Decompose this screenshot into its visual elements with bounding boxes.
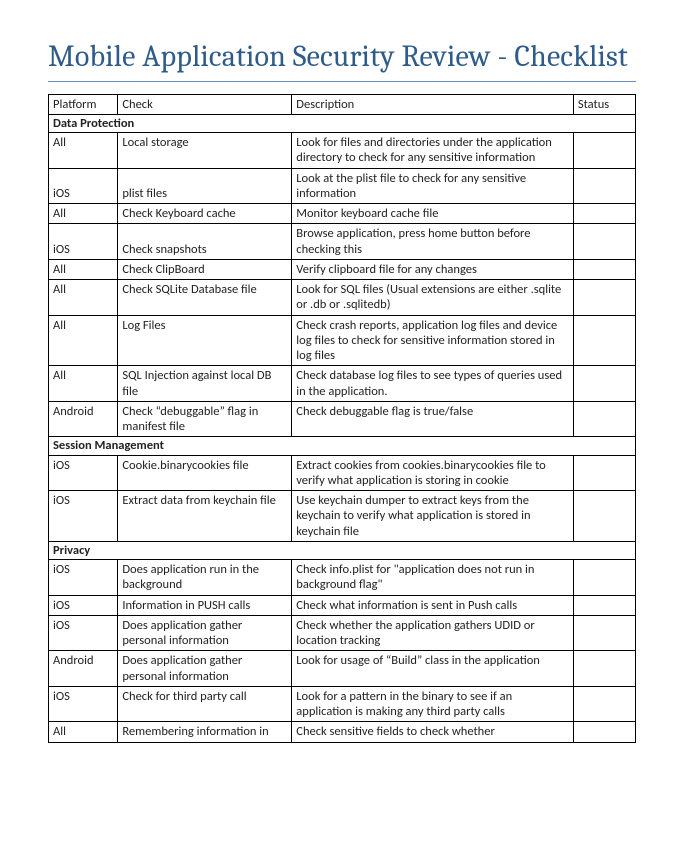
cell-platform: iOS (49, 560, 118, 596)
cell-description: Check info.plist for "application does n… (292, 560, 574, 596)
cell-platform: iOS (49, 615, 118, 651)
cell-status (573, 224, 635, 260)
cell-status (573, 204, 635, 224)
cell-status (573, 366, 635, 402)
cell-status (573, 651, 635, 687)
table-row: AllSQL Injection against local DB fileCh… (49, 366, 636, 402)
table-row: AllCheck ClipBoardVerify clipboard file … (49, 259, 636, 279)
header-check: Check (118, 94, 292, 114)
cell-platform: Android (49, 651, 118, 687)
cell-status (573, 133, 635, 169)
cell-check: Remembering information in (118, 722, 292, 742)
cell-check: Does application gather personal informa… (118, 615, 292, 651)
cell-platform: iOS (49, 224, 118, 260)
cell-check: Check “debuggable” flag in manifest file (118, 401, 292, 437)
table-row: AllCheck SQLite Database fileLook for SQ… (49, 280, 636, 316)
cell-check: Check Keyboard cache (118, 204, 292, 224)
cell-status (573, 491, 635, 542)
table-row: iOSCookie.binarycookies fileExtract cook… (49, 455, 636, 491)
section-row: Data Protection (49, 114, 636, 132)
cell-description: Monitor keyboard cache file (292, 204, 574, 224)
cell-description: Look at the plist file to check for any … (292, 168, 574, 204)
table-row: AndroidDoes application gather personal … (49, 651, 636, 687)
cell-check: Extract data from keychain file (118, 491, 292, 542)
cell-description: Verify clipboard file for any changes (292, 259, 574, 279)
table-row: iOSDoes application run in the backgroun… (49, 560, 636, 596)
cell-description: Look for SQL files (Usual extensions are… (292, 280, 574, 316)
cell-status (573, 615, 635, 651)
cell-description: Use keychain dumper to extract keys from… (292, 491, 574, 542)
cell-description: Look for usage of “Build” class in the a… (292, 651, 574, 687)
cell-check: Check ClipBoard (118, 259, 292, 279)
section-row: Session Management (49, 437, 636, 455)
cell-platform: All (49, 722, 118, 742)
cell-description: Look for files and directories under the… (292, 133, 574, 169)
cell-status (573, 686, 635, 722)
cell-platform: All (49, 259, 118, 279)
cell-status (573, 401, 635, 437)
table-row: AllCheck Keyboard cacheMonitor keyboard … (49, 204, 636, 224)
cell-description: Check debuggable flag is true/false (292, 401, 574, 437)
header-status: Status (573, 94, 635, 114)
checklist-table: Platform Check Description Status Data P… (48, 94, 636, 743)
cell-platform: iOS (49, 491, 118, 542)
header-description: Description (292, 94, 574, 114)
header-platform: Platform (49, 94, 118, 114)
cell-check: Check snapshots (118, 224, 292, 260)
cell-status (573, 280, 635, 316)
cell-description: Extract cookies from cookies.binarycooki… (292, 455, 574, 491)
table-row: iOSExtract data from keychain fileUse ke… (49, 491, 636, 542)
cell-platform: Android (49, 401, 118, 437)
cell-platform: iOS (49, 595, 118, 615)
cell-status (573, 722, 635, 742)
cell-check: Local storage (118, 133, 292, 169)
cell-check: Information in PUSH calls (118, 595, 292, 615)
cell-platform: All (49, 366, 118, 402)
cell-description: Check what information is sent in Push c… (292, 595, 574, 615)
table-row: AllLog FilesCheck crash reports, applica… (49, 315, 636, 366)
cell-check: Check SQLite Database file (118, 280, 292, 316)
cell-platform: iOS (49, 686, 118, 722)
cell-status (573, 168, 635, 204)
cell-platform: iOS (49, 455, 118, 491)
cell-description: Look for a pattern in the binary to see … (292, 686, 574, 722)
cell-description: Check database log files to see types of… (292, 366, 574, 402)
table-row: iOSCheck snapshotsBrowse application, pr… (49, 224, 636, 260)
table-row: AllRemembering information inCheck sensi… (49, 722, 636, 742)
table-row: AllLocal storageLook for files and direc… (49, 133, 636, 169)
table-row: iOSCheck for third party callLook for a … (49, 686, 636, 722)
cell-check: SQL Injection against local DB file (118, 366, 292, 402)
cell-status (573, 315, 635, 366)
cell-check: Does application gather personal informa… (118, 651, 292, 687)
cell-platform: iOS (49, 168, 118, 204)
section-label: Session Management (49, 437, 636, 455)
table-row: iOSInformation in PUSH callsCheck what i… (49, 595, 636, 615)
cell-description: Check sensitive fields to check whether (292, 722, 574, 742)
cell-check: Cookie.binarycookies file (118, 455, 292, 491)
cell-status (573, 595, 635, 615)
cell-check: Check for third party call (118, 686, 292, 722)
cell-status (573, 259, 635, 279)
cell-description: Check whether the application gathers UD… (292, 615, 574, 651)
cell-status (573, 560, 635, 596)
cell-platform: All (49, 315, 118, 366)
section-row: Privacy (49, 541, 636, 559)
cell-platform: All (49, 133, 118, 169)
cell-status (573, 455, 635, 491)
table-row: iOSplist filesLook at the plist file to … (49, 168, 636, 204)
cell-check: Log Files (118, 315, 292, 366)
table-header-row: Platform Check Description Status (49, 94, 636, 114)
cell-platform: All (49, 280, 118, 316)
cell-check: plist files (118, 168, 292, 204)
cell-description: Browse application, press home button be… (292, 224, 574, 260)
table-row: AndroidCheck “debuggable” flag in manife… (49, 401, 636, 437)
section-label: Privacy (49, 541, 636, 559)
cell-description: Check crash reports, application log fil… (292, 315, 574, 366)
cell-check: Does application run in the background (118, 560, 292, 596)
page-title: Mobile Application Security Review - Che… (48, 40, 636, 82)
cell-platform: All (49, 204, 118, 224)
section-label: Data Protection (49, 114, 636, 132)
table-row: iOSDoes application gather personal info… (49, 615, 636, 651)
